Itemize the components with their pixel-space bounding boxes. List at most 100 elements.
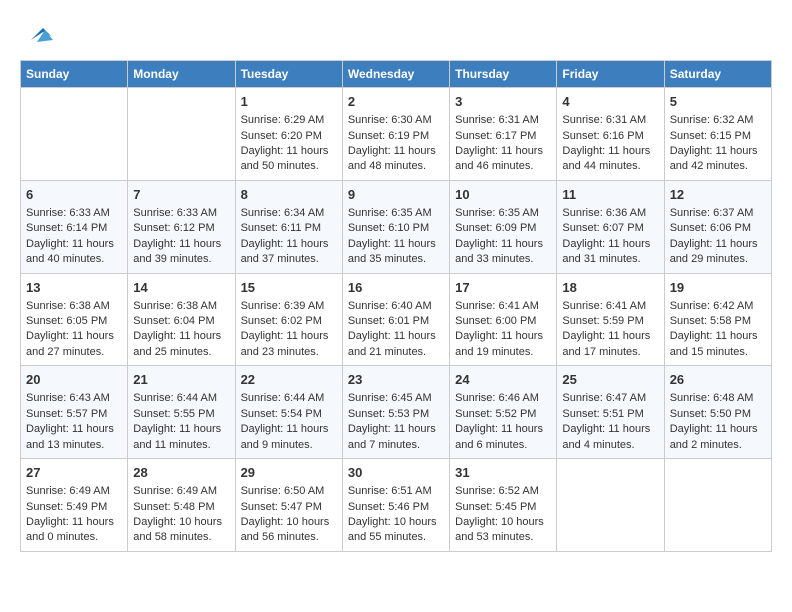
- calendar-week-row: 6Sunrise: 6:33 AMSunset: 6:14 PMDaylight…: [21, 180, 772, 273]
- day-content: Sunset: 5:53 PM: [348, 407, 444, 422]
- day-content: Daylight: 11 hours and 39 minutes.: [133, 237, 229, 268]
- day-number: 15: [241, 279, 337, 297]
- day-content: Daylight: 11 hours and 7 minutes.: [348, 422, 444, 453]
- day-content: Sunset: 6:09 PM: [455, 221, 551, 236]
- calendar-day-31: 31Sunrise: 6:52 AMSunset: 5:45 PMDayligh…: [450, 459, 557, 552]
- day-header-saturday: Saturday: [664, 61, 771, 88]
- day-content: Daylight: 11 hours and 33 minutes.: [455, 237, 551, 268]
- day-content: Sunrise: 6:47 AM: [562, 391, 658, 406]
- calendar-week-row: 27Sunrise: 6:49 AMSunset: 5:49 PMDayligh…: [21, 459, 772, 552]
- day-number: 11: [562, 186, 658, 204]
- day-number: 2: [348, 93, 444, 111]
- day-number: 12: [670, 186, 766, 204]
- calendar-day-empty: [664, 459, 771, 552]
- day-number: 3: [455, 93, 551, 111]
- day-number: 14: [133, 279, 229, 297]
- day-number: 29: [241, 464, 337, 482]
- day-content: Sunset: 5:54 PM: [241, 407, 337, 422]
- day-content: Daylight: 11 hours and 23 minutes.: [241, 329, 337, 360]
- day-content: Sunrise: 6:44 AM: [241, 391, 337, 406]
- calendar-day-4: 4Sunrise: 6:31 AMSunset: 6:16 PMDaylight…: [557, 88, 664, 181]
- day-content: Sunset: 5:46 PM: [348, 500, 444, 515]
- day-content: Sunrise: 6:42 AM: [670, 299, 766, 314]
- day-number: 9: [348, 186, 444, 204]
- day-content: Sunrise: 6:37 AM: [670, 206, 766, 221]
- day-content: Sunset: 6:14 PM: [26, 221, 122, 236]
- calendar-day-empty: [21, 88, 128, 181]
- day-content: Sunrise: 6:32 AM: [670, 113, 766, 128]
- calendar-day-21: 21Sunrise: 6:44 AMSunset: 5:55 PMDayligh…: [128, 366, 235, 459]
- day-content: Sunrise: 6:33 AM: [133, 206, 229, 221]
- calendar-day-14: 14Sunrise: 6:38 AMSunset: 6:04 PMDayligh…: [128, 273, 235, 366]
- logo: [20, 20, 53, 50]
- day-content: Sunrise: 6:41 AM: [455, 299, 551, 314]
- day-content: Sunset: 5:45 PM: [455, 500, 551, 515]
- day-content: Sunrise: 6:44 AM: [133, 391, 229, 406]
- day-content: Sunrise: 6:31 AM: [455, 113, 551, 128]
- calendar-week-row: 20Sunrise: 6:43 AMSunset: 5:57 PMDayligh…: [21, 366, 772, 459]
- day-content: Sunset: 5:51 PM: [562, 407, 658, 422]
- day-content: Sunset: 6:10 PM: [348, 221, 444, 236]
- day-number: 16: [348, 279, 444, 297]
- day-content: Sunrise: 6:50 AM: [241, 484, 337, 499]
- day-content: Sunrise: 6:51 AM: [348, 484, 444, 499]
- calendar-day-6: 6Sunrise: 6:33 AMSunset: 6:14 PMDaylight…: [21, 180, 128, 273]
- day-content: Sunrise: 6:43 AM: [26, 391, 122, 406]
- day-content: Sunrise: 6:38 AM: [133, 299, 229, 314]
- calendar-day-28: 28Sunrise: 6:49 AMSunset: 5:48 PMDayligh…: [128, 459, 235, 552]
- calendar-day-empty: [557, 459, 664, 552]
- day-content: Daylight: 11 hours and 50 minutes.: [241, 144, 337, 175]
- day-content: Sunset: 5:47 PM: [241, 500, 337, 515]
- day-content: Daylight: 11 hours and 37 minutes.: [241, 237, 337, 268]
- day-content: Daylight: 10 hours and 55 minutes.: [348, 515, 444, 546]
- day-content: Daylight: 11 hours and 42 minutes.: [670, 144, 766, 175]
- day-content: Sunset: 6:16 PM: [562, 129, 658, 144]
- day-header-monday: Monday: [128, 61, 235, 88]
- day-content: Sunset: 6:11 PM: [241, 221, 337, 236]
- day-number: 17: [455, 279, 551, 297]
- calendar-day-11: 11Sunrise: 6:36 AMSunset: 6:07 PMDayligh…: [557, 180, 664, 273]
- calendar-day-15: 15Sunrise: 6:39 AMSunset: 6:02 PMDayligh…: [235, 273, 342, 366]
- day-content: Daylight: 11 hours and 31 minutes.: [562, 237, 658, 268]
- calendar-day-empty: [128, 88, 235, 181]
- day-content: Sunset: 5:55 PM: [133, 407, 229, 422]
- day-content: Daylight: 10 hours and 58 minutes.: [133, 515, 229, 546]
- day-number: 25: [562, 371, 658, 389]
- day-content: Daylight: 11 hours and 17 minutes.: [562, 329, 658, 360]
- day-content: Daylight: 11 hours and 40 minutes.: [26, 237, 122, 268]
- day-number: 28: [133, 464, 229, 482]
- calendar-day-25: 25Sunrise: 6:47 AMSunset: 5:51 PMDayligh…: [557, 366, 664, 459]
- day-header-thursday: Thursday: [450, 61, 557, 88]
- day-content: Daylight: 11 hours and 2 minutes.: [670, 422, 766, 453]
- day-content: Daylight: 11 hours and 35 minutes.: [348, 237, 444, 268]
- day-number: 22: [241, 371, 337, 389]
- day-header-friday: Friday: [557, 61, 664, 88]
- day-number: 13: [26, 279, 122, 297]
- day-content: Sunset: 6:05 PM: [26, 314, 122, 329]
- day-content: Sunrise: 6:40 AM: [348, 299, 444, 314]
- calendar-day-12: 12Sunrise: 6:37 AMSunset: 6:06 PMDayligh…: [664, 180, 771, 273]
- day-content: Sunrise: 6:52 AM: [455, 484, 551, 499]
- day-content: Daylight: 11 hours and 21 minutes.: [348, 329, 444, 360]
- day-content: Sunrise: 6:35 AM: [455, 206, 551, 221]
- day-content: Sunrise: 6:39 AM: [241, 299, 337, 314]
- day-content: Daylight: 10 hours and 53 minutes.: [455, 515, 551, 546]
- day-number: 27: [26, 464, 122, 482]
- calendar-header-row: SundayMondayTuesdayWednesdayThursdayFrid…: [21, 61, 772, 88]
- day-content: Daylight: 11 hours and 11 minutes.: [133, 422, 229, 453]
- day-content: Sunrise: 6:34 AM: [241, 206, 337, 221]
- calendar-day-23: 23Sunrise: 6:45 AMSunset: 5:53 PMDayligh…: [342, 366, 449, 459]
- day-content: Sunset: 6:20 PM: [241, 129, 337, 144]
- day-content: Sunset: 6:15 PM: [670, 129, 766, 144]
- page-header: [20, 20, 772, 50]
- day-content: Sunset: 6:01 PM: [348, 314, 444, 329]
- day-content: Sunset: 5:58 PM: [670, 314, 766, 329]
- day-number: 24: [455, 371, 551, 389]
- day-content: Sunset: 5:48 PM: [133, 500, 229, 515]
- day-content: Daylight: 11 hours and 46 minutes.: [455, 144, 551, 175]
- calendar-day-10: 10Sunrise: 6:35 AMSunset: 6:09 PMDayligh…: [450, 180, 557, 273]
- day-content: Sunset: 6:06 PM: [670, 221, 766, 236]
- logo-icon: [23, 20, 53, 50]
- calendar-day-24: 24Sunrise: 6:46 AMSunset: 5:52 PMDayligh…: [450, 366, 557, 459]
- day-content: Sunset: 6:00 PM: [455, 314, 551, 329]
